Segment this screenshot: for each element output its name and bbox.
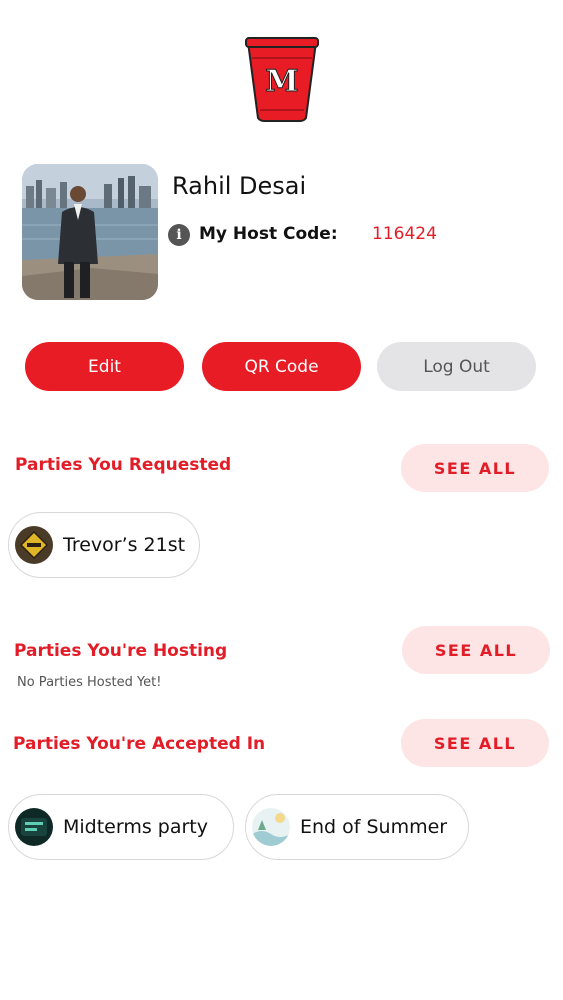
- hosting-section-title: Parties You're Hosting: [14, 641, 228, 661]
- party-chip[interactable]: Trevor’s 21st: [8, 512, 200, 578]
- party-thumbnail-icon: [15, 808, 53, 846]
- party-chip-label: End of Summer: [300, 816, 448, 838]
- party-chip-label: Trevor’s 21st: [63, 534, 186, 556]
- party-chip[interactable]: Midterms party: [8, 794, 234, 860]
- logo-letter: M: [265, 64, 298, 99]
- host-code-label: My Host Code:: [199, 224, 338, 244]
- party-chip-label: Midterms party: [63, 816, 209, 838]
- profile-avatar: [22, 164, 158, 300]
- accepted-see-all-button[interactable]: SEE ALL: [401, 719, 549, 767]
- log-out-button[interactable]: Log Out: [377, 342, 536, 391]
- edit-button[interactable]: Edit: [25, 342, 184, 391]
- requested-section-title: Parties You Requested: [15, 455, 232, 475]
- party-chip[interactable]: End of Summer: [245, 794, 469, 860]
- red-cup-logo-icon: M: [245, 37, 319, 122]
- host-code-value: 116424: [372, 224, 437, 244]
- profile-name: Rahil Desai: [172, 172, 307, 200]
- hosting-empty-message: No Parties Hosted Yet!: [17, 675, 162, 690]
- accepted-section-title: Parties You're Accepted In: [13, 734, 266, 754]
- party-thumbnail-icon: [252, 808, 290, 846]
- hosting-see-all-button[interactable]: SEE ALL: [402, 626, 550, 674]
- info-icon[interactable]: i: [168, 224, 190, 246]
- party-thumbnail-icon: [15, 526, 53, 564]
- requested-see-all-button[interactable]: SEE ALL: [401, 444, 549, 492]
- qr-code-button[interactable]: QR Code: [202, 342, 361, 391]
